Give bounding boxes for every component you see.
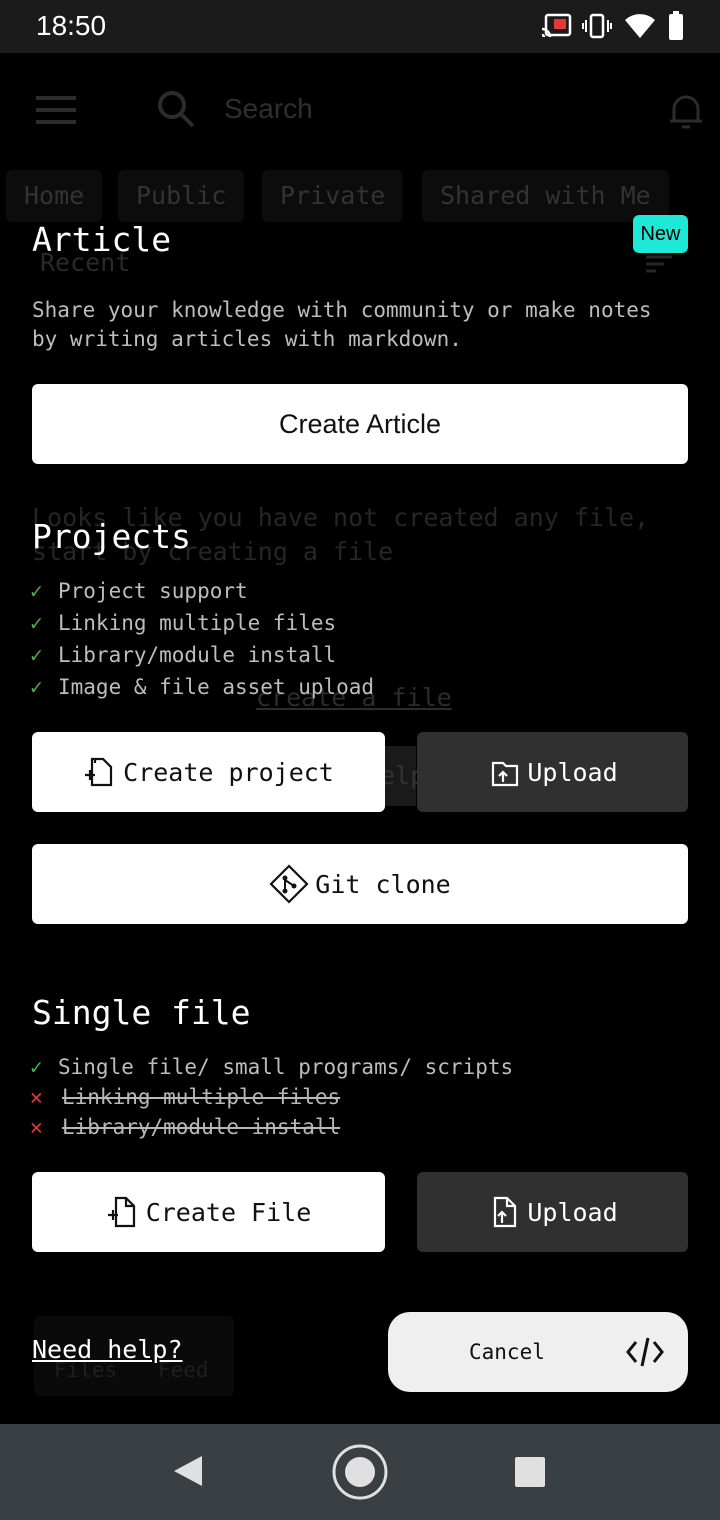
check-icon: ✓ [30, 579, 43, 603]
bell-icon [668, 91, 704, 135]
article-title: Article [32, 220, 172, 259]
check-icon: ✓ [30, 1055, 43, 1079]
list-item: ✓ Project support [30, 575, 374, 607]
upload-file-label: Upload [527, 1197, 618, 1227]
check-icon: ✓ [30, 675, 43, 699]
upload-project-button[interactable]: Upload [417, 732, 688, 812]
create-article-button[interactable]: Create Article [32, 384, 688, 464]
sort-icon [646, 254, 672, 278]
check-icon: ✓ [30, 643, 43, 667]
article-description-line1: Share your knowledge with community or m… [32, 298, 652, 322]
search-icon [156, 89, 196, 133]
system-nav-bar [0, 1424, 720, 1520]
check-icon: ✓ [30, 611, 43, 635]
upload-folder-icon [487, 755, 521, 789]
list-item: ✕ Linking multiple files [30, 1082, 513, 1112]
list-item: ✓ Image & file asset upload [30, 671, 374, 703]
projects-title: Projects [32, 517, 191, 556]
create-project-label: Create project [123, 757, 334, 787]
single-file-feature-list: ✓ Single file/ small programs/ scripts ✕ L… [30, 1052, 513, 1142]
create-file-button[interactable]: Create File [32, 1172, 385, 1252]
article-description-line2: by writing articles with markdown. [32, 327, 462, 351]
git-clone-label: Git clone [315, 869, 451, 899]
battery-icon [668, 11, 684, 45]
tab-private: Private [262, 170, 404, 222]
cross-icon: ✕ [30, 1085, 43, 1109]
tab-home: Home [6, 170, 103, 222]
code-icon [626, 1334, 664, 1374]
new-file-icon [106, 1195, 140, 1229]
new-folder-icon [83, 755, 117, 789]
git-clone-button[interactable]: Git clone [32, 844, 688, 924]
vibrate-icon [582, 13, 612, 43]
upload-project-label: Upload [527, 757, 618, 787]
status-time: 18:50 [36, 10, 107, 41]
need-help-link[interactable]: Need help? [32, 1335, 183, 1364]
create-file-label: Create File [145, 1197, 312, 1227]
single-file-title: Single file [32, 993, 251, 1032]
cancel-button[interactable]: Cancel [388, 1312, 688, 1392]
back-icon[interactable] [172, 1454, 204, 1492]
status-bar: 18:50 [0, 0, 720, 53]
cast-icon [540, 13, 572, 43]
git-icon [269, 864, 309, 904]
bg-help-button: elp [380, 746, 425, 806]
home-icon[interactable] [331, 1443, 389, 1505]
create-article-label: Create Article [278, 408, 442, 439]
wifi-icon [624, 12, 656, 44]
list-item: ✓ Single file/ small programs/ scripts [30, 1052, 513, 1082]
upload-file-icon [487, 1195, 521, 1229]
create-project-button[interactable]: Create project [32, 732, 385, 812]
projects-feature-list: ✓ Project support ✓ Linking multiple files… [30, 575, 374, 703]
list-item: ✕ Library/module install [30, 1112, 513, 1142]
cross-icon: ✕ [30, 1115, 43, 1139]
list-item: ✓ Linking multiple files [30, 607, 374, 639]
new-badge: New [633, 215, 688, 253]
list-item: ✓ Library/module install [30, 639, 374, 671]
cancel-label: Cancel [469, 1340, 545, 1364]
recents-icon[interactable] [514, 1456, 546, 1492]
tab-public: Public [118, 170, 245, 222]
search-input: Search [224, 93, 313, 124]
menu-icon [36, 95, 76, 129]
upload-file-button[interactable]: Upload [417, 1172, 688, 1252]
tab-shared: Shared with Me [422, 170, 669, 222]
